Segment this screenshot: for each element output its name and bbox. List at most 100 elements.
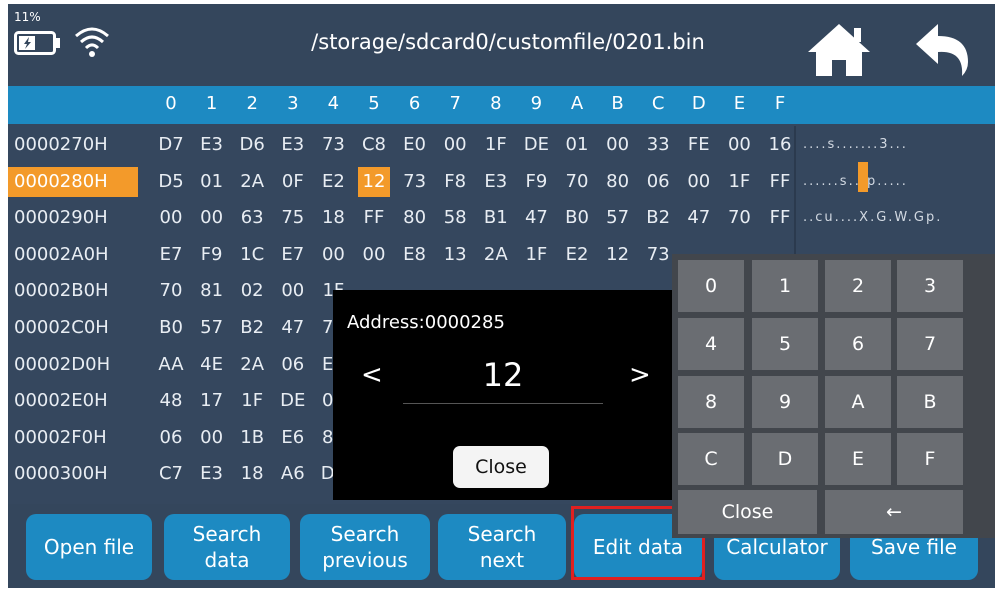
hex-byte-cell[interactable]: E3 bbox=[196, 130, 228, 160]
hex-byte-cell[interactable]: 57 bbox=[602, 203, 634, 233]
keypad-close-button[interactable]: Close bbox=[678, 490, 817, 534]
keypad-key-9[interactable]: 9 bbox=[752, 376, 818, 428]
hex-byte-cell[interactable]: 06 bbox=[642, 167, 674, 197]
hex-byte-cell[interactable]: 73 bbox=[399, 167, 431, 197]
row-address[interactable]: 0000300H bbox=[8, 459, 138, 489]
hex-byte-cell[interactable]: 2A bbox=[236, 167, 268, 197]
hex-byte-cell[interactable]: D6 bbox=[236, 130, 268, 160]
keypad-key-F[interactable]: F bbox=[897, 433, 963, 485]
previous-byte-button[interactable]: < bbox=[361, 360, 383, 390]
keypad-key-2[interactable]: 2 bbox=[825, 260, 891, 312]
hex-byte-cell[interactable]: 2A bbox=[236, 350, 268, 380]
row-address[interactable]: 00002D0H bbox=[8, 350, 138, 380]
hex-byte-cell[interactable]: E7 bbox=[155, 240, 187, 270]
hex-byte-cell[interactable]: B1 bbox=[480, 203, 512, 233]
byte-value-input[interactable]: 12 bbox=[403, 356, 603, 404]
hex-byte-cell[interactable]: 00 bbox=[196, 423, 228, 453]
keypad-key-1[interactable]: 1 bbox=[752, 260, 818, 312]
hex-byte-cell[interactable]: 1B bbox=[236, 423, 268, 453]
hex-byte-cell[interactable]: 48 bbox=[155, 386, 187, 416]
hex-byte-cell[interactable]: 2A bbox=[480, 240, 512, 270]
search-previous-button[interactable]: Search previous bbox=[300, 514, 430, 580]
keypad-key-C[interactable]: C bbox=[678, 433, 744, 485]
hex-byte-cell[interactable]: D7 bbox=[155, 130, 187, 160]
hex-byte-cell[interactable]: E3 bbox=[277, 130, 309, 160]
hex-byte-cell[interactable]: E6 bbox=[277, 423, 309, 453]
row-address[interactable]: 00002A0H bbox=[8, 240, 138, 270]
hex-byte-cell[interactable]: 12 bbox=[602, 240, 634, 270]
hex-byte-cell[interactable]: 01 bbox=[561, 130, 593, 160]
hex-byte-cell[interactable]: B0 bbox=[561, 203, 593, 233]
row-address[interactable]: 0000290H bbox=[8, 203, 138, 233]
hex-byte-cell[interactable]: FE bbox=[683, 130, 715, 160]
hex-byte-cell[interactable]: B2 bbox=[236, 313, 268, 343]
hex-byte-cell[interactable]: 13 bbox=[439, 240, 471, 270]
hex-byte-cell[interactable]: C8 bbox=[358, 130, 390, 160]
open-file-button[interactable]: Open file bbox=[26, 514, 152, 580]
hex-byte-cell[interactable]: DE bbox=[520, 130, 552, 160]
keypad-key-3[interactable]: 3 bbox=[897, 260, 963, 312]
hex-byte-cell[interactable]: 06 bbox=[277, 350, 309, 380]
search-data-button[interactable]: Search data bbox=[164, 514, 290, 580]
hex-byte-cell[interactable]: 70 bbox=[561, 167, 593, 197]
hex-byte-cell[interactable]: FF bbox=[764, 167, 796, 197]
hex-byte-cell[interactable]: 1F bbox=[723, 167, 755, 197]
hex-byte-cell[interactable]: 70 bbox=[723, 203, 755, 233]
hex-byte-cell[interactable]: 18 bbox=[236, 459, 268, 489]
hex-byte-cell[interactable]: E3 bbox=[480, 167, 512, 197]
keypad-key-A[interactable]: A bbox=[825, 376, 891, 428]
hex-byte-cell[interactable]: 00 bbox=[196, 203, 228, 233]
hex-byte-cell[interactable]: FF bbox=[358, 203, 390, 233]
hex-byte-cell[interactable]: 81 bbox=[196, 276, 228, 306]
hex-byte-cell[interactable]: 00 bbox=[277, 276, 309, 306]
keypad-key-4[interactable]: 4 bbox=[678, 318, 744, 370]
hex-byte-cell[interactable]: 00 bbox=[358, 240, 390, 270]
row-address[interactable]: 00002B0H bbox=[8, 276, 138, 306]
hex-byte-cell[interactable]: 1C bbox=[236, 240, 268, 270]
hex-byte-cell[interactable]: E7 bbox=[277, 240, 309, 270]
hex-byte-cell[interactable]: 57 bbox=[196, 313, 228, 343]
row-address[interactable]: 00002C0H bbox=[8, 313, 138, 343]
hex-byte-cell[interactable]: DE bbox=[277, 386, 309, 416]
keypad-key-8[interactable]: 8 bbox=[678, 376, 744, 428]
hex-byte-cell[interactable]: 06 bbox=[155, 423, 187, 453]
row-address[interactable]: 00002F0H bbox=[8, 423, 138, 453]
hex-byte-cell[interactable]: E3 bbox=[196, 459, 228, 489]
hex-byte-cell[interactable]: 00 bbox=[683, 167, 715, 197]
hex-byte-cell[interactable]: 00 bbox=[439, 130, 471, 160]
hex-byte-cell[interactable]: 73 bbox=[317, 130, 349, 160]
hex-byte-cell[interactable]: B2 bbox=[642, 203, 674, 233]
hex-byte-cell[interactable]: FF bbox=[764, 203, 796, 233]
keypad-key-E[interactable]: E bbox=[825, 433, 891, 485]
hex-byte-cell[interactable]: 02 bbox=[236, 276, 268, 306]
hex-byte-cell[interactable]: C7 bbox=[155, 459, 187, 489]
keypad-key-5[interactable]: 5 bbox=[752, 318, 818, 370]
hex-byte-cell[interactable]: F9 bbox=[520, 167, 552, 197]
next-byte-button[interactable]: > bbox=[629, 360, 651, 390]
hex-byte-cell[interactable]: AA bbox=[155, 350, 187, 380]
hex-byte-cell[interactable]: 47 bbox=[277, 313, 309, 343]
hex-byte-cell[interactable]: 4E bbox=[196, 350, 228, 380]
hex-byte-cell[interactable]: 47 bbox=[520, 203, 552, 233]
hex-byte-cell[interactable]: 80 bbox=[399, 203, 431, 233]
search-next-button[interactable]: Search next bbox=[438, 514, 566, 580]
keypad-key-B[interactable]: B bbox=[897, 376, 963, 428]
hex-byte-cell[interactable]: 1F bbox=[236, 386, 268, 416]
hex-byte-cell[interactable]: 00 bbox=[155, 203, 187, 233]
hex-byte-cell[interactable]: 1F bbox=[480, 130, 512, 160]
hex-byte-cell[interactable]: 12 bbox=[358, 166, 390, 197]
keypad-key-7[interactable]: 7 bbox=[897, 318, 963, 370]
keypad-key-6[interactable]: 6 bbox=[825, 318, 891, 370]
hex-byte-cell[interactable]: 75 bbox=[277, 203, 309, 233]
hex-byte-cell[interactable]: 00 bbox=[317, 240, 349, 270]
hex-byte-cell[interactable]: 47 bbox=[683, 203, 715, 233]
hex-byte-cell[interactable]: F9 bbox=[196, 240, 228, 270]
hex-byte-cell[interactable]: 73 bbox=[642, 240, 674, 270]
hex-byte-cell[interactable]: E0 bbox=[399, 130, 431, 160]
keypad-backspace-button[interactable]: ← bbox=[825, 490, 963, 534]
hex-byte-cell[interactable]: 01 bbox=[196, 167, 228, 197]
hex-byte-cell[interactable]: A6 bbox=[277, 459, 309, 489]
hex-byte-cell[interactable]: 33 bbox=[642, 130, 674, 160]
hex-byte-cell[interactable]: 00 bbox=[723, 130, 755, 160]
hex-byte-cell[interactable]: E2 bbox=[317, 167, 349, 197]
